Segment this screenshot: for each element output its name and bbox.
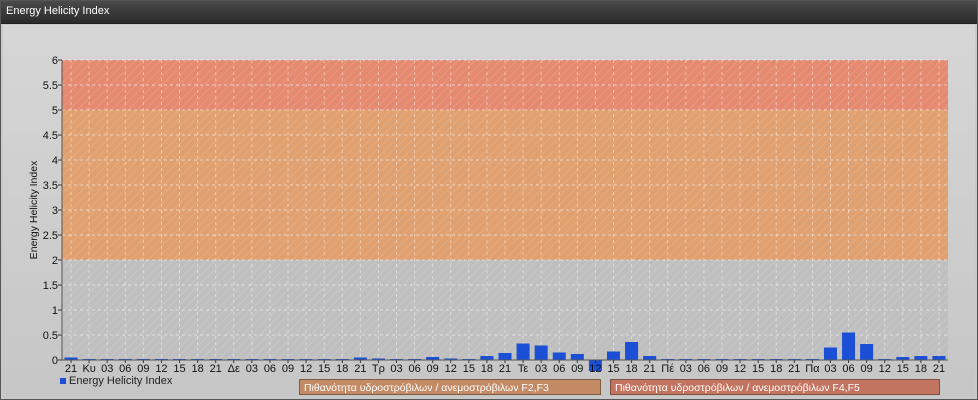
- y-tick-label: 6: [52, 55, 58, 67]
- x-tick-label: Πέ: [661, 363, 674, 375]
- legend-series-label: Energy Helicity Index: [69, 375, 173, 387]
- x-tick-label: 03: [680, 363, 692, 375]
- y-axis-label: Energy Helicity Index: [28, 160, 40, 259]
- x-tick-label: 12: [879, 363, 891, 375]
- x-tick-label: 03: [246, 363, 258, 375]
- y-tick-label: 5.5: [43, 80, 58, 92]
- y-tick-label: 4.5: [43, 130, 58, 142]
- ehi-bar-chart: 0 0.5 1 1.5 2 2.5 3 3.5 4 4.5 5 5.5 6 21 Κυ 03 06 09 12 15 1…: [28, 55, 948, 375]
- x-tick-label: 21: [354, 363, 366, 375]
- y-tick-label: 3.5: [43, 180, 58, 192]
- x-tick-label: 15: [173, 363, 185, 375]
- bar: [570, 354, 584, 360]
- x-tick-label: 06: [408, 363, 420, 375]
- y-tick-label: 1: [52, 305, 58, 317]
- x-tick-label: 09: [137, 363, 149, 375]
- x-tick-label: 12: [300, 363, 312, 375]
- x-tick-label: 03: [390, 363, 402, 375]
- x-tick-label: 06: [698, 363, 710, 375]
- bar: [534, 345, 548, 360]
- x-tick-label: Κυ: [82, 363, 95, 375]
- legend-band-f23: Πιθανότητα υδροστρόβιλων / ανεμοστρόβιλω…: [299, 379, 601, 395]
- x-tick-label: 21: [499, 363, 511, 375]
- y-tick-label: 2: [52, 255, 58, 267]
- bar: [552, 352, 566, 360]
- x-tick-label: 15: [318, 363, 330, 375]
- x-tick-label: 03: [101, 363, 113, 375]
- y-tick-label: 3: [52, 205, 58, 217]
- x-tick-label: 12: [155, 363, 167, 375]
- x-tick-label: 21: [788, 363, 800, 375]
- bar: [842, 332, 856, 360]
- y-tick-label: 4: [52, 155, 58, 167]
- x-tick-label: 06: [842, 363, 854, 375]
- y-tick-label: 0.5: [43, 330, 58, 342]
- bar: [480, 356, 494, 360]
- bar: [823, 347, 837, 360]
- x-tick-label: 15: [463, 363, 475, 375]
- x-tick-label: 18: [915, 363, 927, 375]
- x-tick-label: Πα: [805, 363, 820, 375]
- bar: [606, 351, 620, 360]
- x-tick-label: 12: [734, 363, 746, 375]
- x-tick-label: 03: [824, 363, 836, 375]
- series-swatch: [60, 378, 66, 385]
- x-tick-label: 18: [770, 363, 782, 375]
- x-tick-label: 12: [445, 363, 457, 375]
- x-tick-label: 21: [933, 363, 945, 375]
- bar: [625, 342, 639, 360]
- x-tick-label: 21: [644, 363, 656, 375]
- x-tick-label: 18: [625, 363, 637, 375]
- bar: [643, 356, 657, 360]
- bar: [914, 356, 928, 360]
- bar: [932, 356, 946, 360]
- x-tick-label: 15: [607, 363, 619, 375]
- x-tick-label: 18: [481, 363, 493, 375]
- x-tick-label: 18: [191, 363, 203, 375]
- x-tick-label: Τρ: [372, 363, 385, 375]
- x-tick-label: Δε: [228, 363, 240, 375]
- y-tick-label: 0: [52, 355, 58, 367]
- x-tick-label: Τε: [518, 363, 529, 375]
- x-tick-label: 18: [336, 363, 348, 375]
- legend-band-f45: Πιθανότητα υδροστρόβιλων / ανεμοστρόβιλω…: [610, 379, 940, 395]
- y-tick-label: 2.5: [43, 230, 58, 242]
- x-tick-label: 06: [264, 363, 276, 375]
- x-tick-label: 15: [752, 363, 764, 375]
- x-tick-label: 09: [571, 363, 583, 375]
- x-tick-label: 06: [553, 363, 565, 375]
- bar: [860, 344, 874, 360]
- x-tick-label: 09: [716, 363, 728, 375]
- x-tick-label: 09: [861, 363, 873, 375]
- x-tick-label: 06: [119, 363, 131, 375]
- x-tick-label: 03: [535, 363, 547, 375]
- x-tick-label: 21: [65, 363, 77, 375]
- y-tick-label: 1.5: [43, 280, 58, 292]
- y-tick-label: 5: [52, 105, 58, 117]
- x-tick-label: 21: [210, 363, 222, 375]
- bar: [516, 343, 530, 360]
- legend-series-item: Energy Helicity Index: [60, 375, 172, 387]
- bar: [498, 353, 512, 360]
- x-tick-label: 12: [589, 363, 601, 375]
- x-tick-label: 09: [427, 363, 439, 375]
- x-tick-label: 09: [282, 363, 294, 375]
- x-tick-label: 15: [897, 363, 909, 375]
